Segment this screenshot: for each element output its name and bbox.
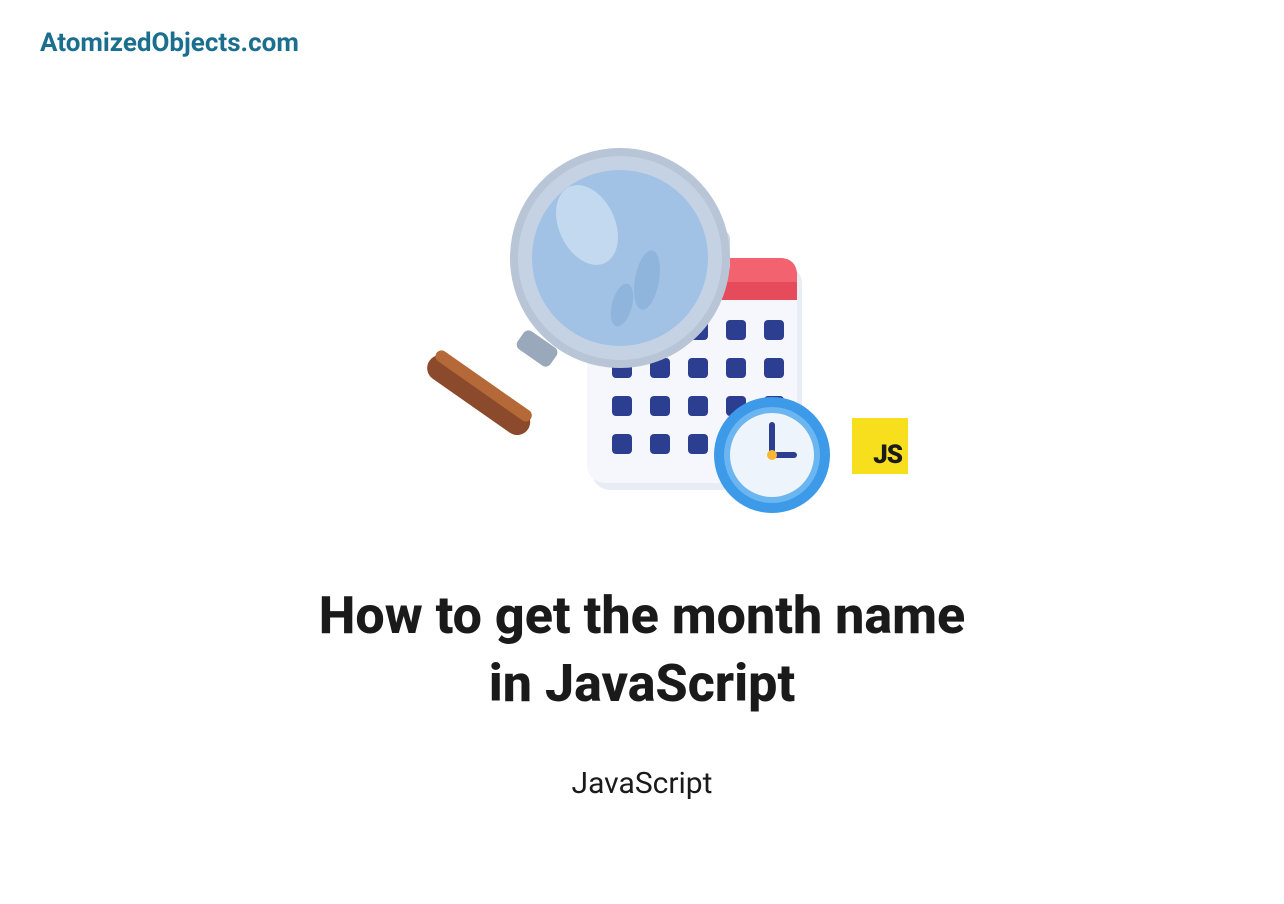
site-brand: AtomizedObjects.com: [40, 28, 299, 58]
javascript-badge: JS: [852, 418, 908, 474]
article-category: JavaScript: [0, 766, 1284, 801]
article-title: How to get the month name in JavaScript: [0, 582, 1284, 717]
calendar-search-illustration-icon: [392, 130, 892, 530]
title-line-2: in JavaScript: [489, 653, 795, 714]
hero-illustration: [392, 130, 892, 530]
title-line-1: How to get the month name: [319, 585, 965, 646]
js-badge-text: JS: [873, 440, 902, 470]
